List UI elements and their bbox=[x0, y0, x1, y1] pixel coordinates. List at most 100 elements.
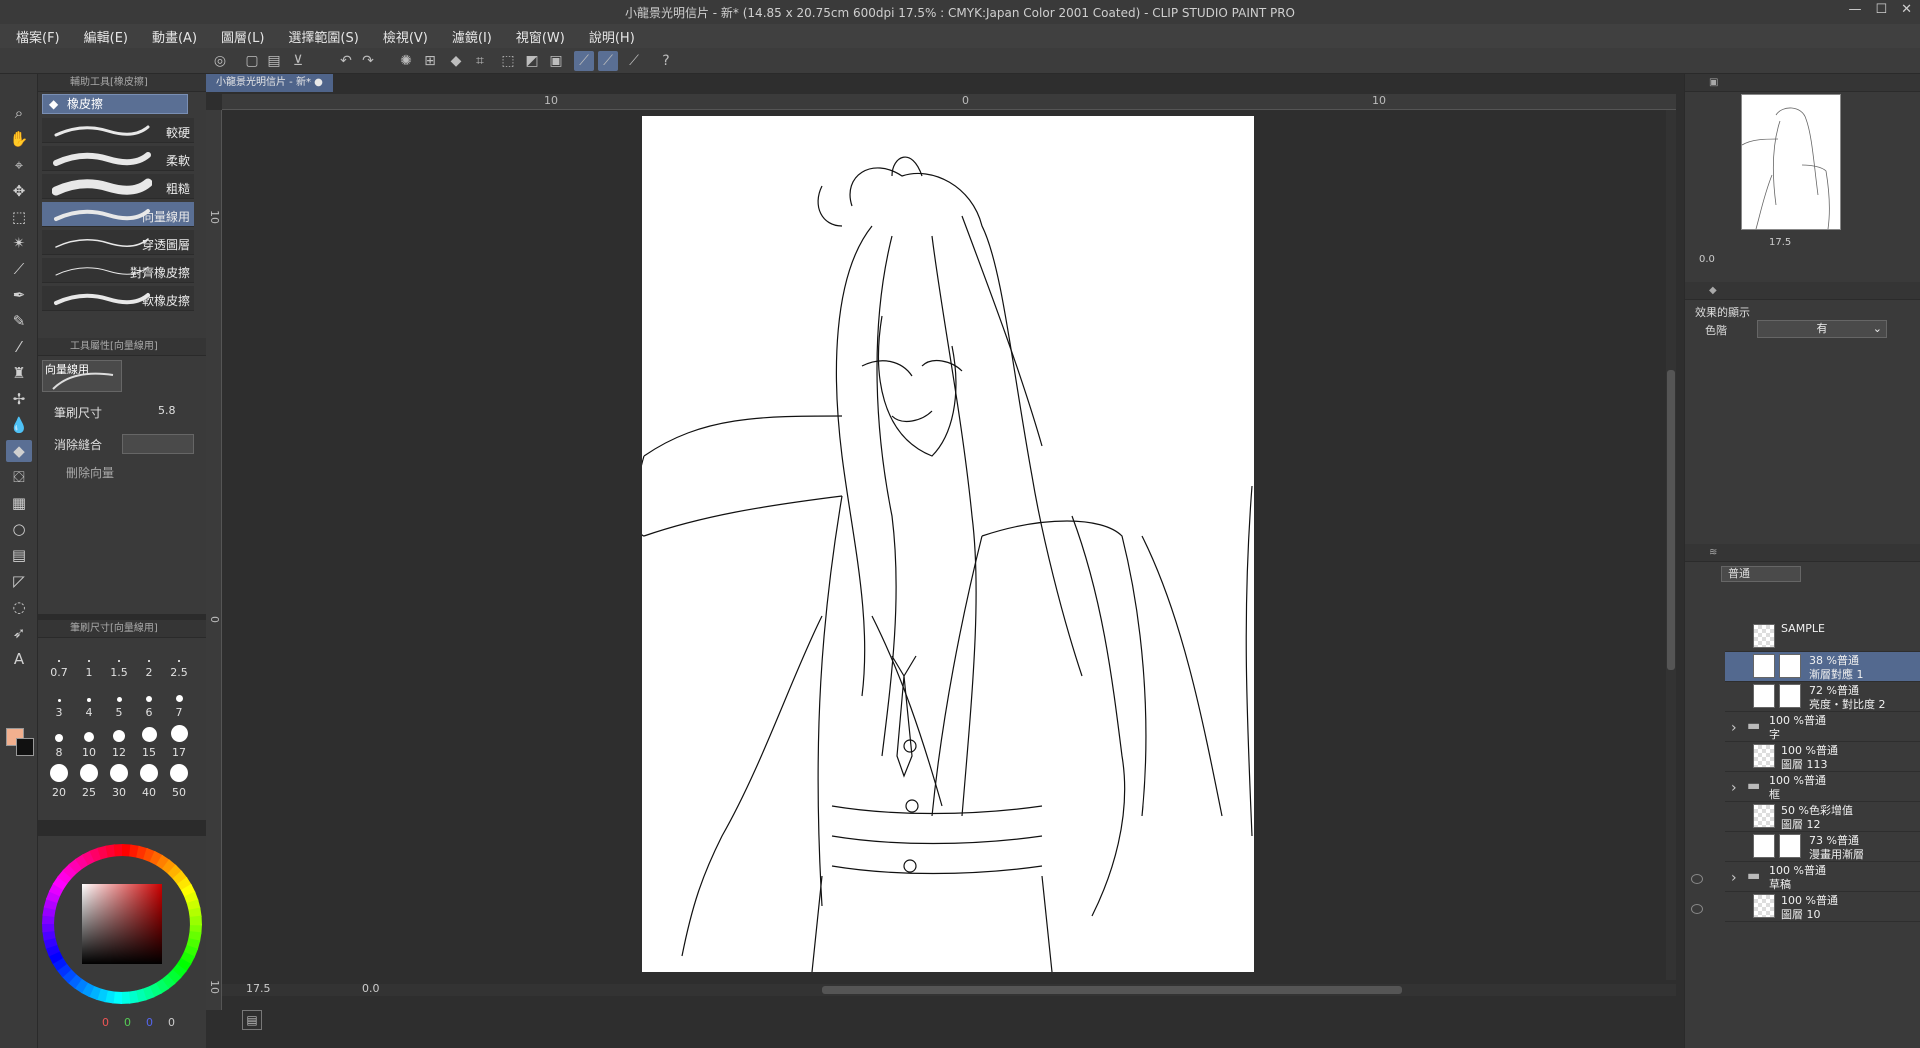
layer-row[interactable]: SAMPLE bbox=[1725, 622, 1920, 652]
subtool-brush-item[interactable]: 穿透圖層 bbox=[42, 230, 194, 255]
subtool-brush-item[interactable]: 向量線用 bbox=[42, 202, 194, 227]
airbrush-icon[interactable]: ♜ bbox=[6, 362, 32, 384]
brush-size-option[interactable]: 12 bbox=[104, 724, 134, 762]
horizontal-scrollbar[interactable] bbox=[222, 984, 1676, 996]
subtool-brush-item[interactable]: 軟橡皮擦 bbox=[42, 286, 194, 311]
brush-icon[interactable]: ⁄ bbox=[6, 336, 32, 358]
help-icon[interactable]: ? bbox=[656, 51, 676, 71]
fill-bucket-icon[interactable]: ⛋ bbox=[6, 466, 32, 488]
layer-row[interactable]: › ▬ 100 %普通字 bbox=[1725, 712, 1920, 742]
brush-size-option[interactable]: 40 bbox=[134, 764, 164, 802]
menu-help[interactable]: 說明(H) bbox=[579, 27, 645, 46]
menu-edit[interactable]: 編輯(E) bbox=[74, 27, 138, 46]
sub-color-swatch[interactable] bbox=[16, 738, 34, 756]
menu-view[interactable]: 檢視(V) bbox=[373, 27, 438, 46]
navigator-zoom-value[interactable]: 17.5 bbox=[1769, 237, 1791, 248]
canvas-zoom-value[interactable]: 17.5 bbox=[246, 982, 271, 995]
canvas-zoom-readout[interactable]: 17.5 bbox=[246, 982, 271, 995]
maximize-icon[interactable]: ☐ bbox=[1875, 2, 1887, 17]
canvas-area[interactable]: 小龍景光明信片 - 新* ● 10 0 10 10 0 10 17.5 0.0 … bbox=[206, 74, 1684, 1048]
subtool-brush-item[interactable]: 柔軟 bbox=[42, 146, 194, 171]
menu-window[interactable]: 視窗(W) bbox=[506, 27, 575, 46]
clear-icon[interactable]: ✺ bbox=[396, 51, 416, 71]
new-file-icon[interactable]: ▢ bbox=[242, 51, 262, 71]
menu-selection[interactable]: 選擇範圍(S) bbox=[278, 27, 368, 46]
erase-gap-row[interactable]: 消除縫合 bbox=[42, 434, 198, 454]
snap-special-ruler-icon[interactable]: ⟋ bbox=[598, 51, 618, 71]
magic-wand-icon[interactable]: ✴ bbox=[6, 232, 32, 254]
brush-size-option[interactable]: 7 bbox=[164, 684, 194, 722]
blend-mode-select[interactable]: 普通 bbox=[1721, 566, 1801, 582]
delete-vector-row[interactable]: 刪除向量 bbox=[42, 464, 198, 482]
correct-line-icon[interactable]: ➶ bbox=[6, 622, 32, 644]
operation-icon[interactable]: ⌖ bbox=[6, 154, 32, 176]
brush-size-option[interactable]: 2.5 bbox=[164, 644, 194, 682]
deselect-icon[interactable]: ⬚ bbox=[498, 51, 518, 71]
brush-size-option[interactable]: 1.5 bbox=[104, 644, 134, 682]
navigator-thumbnail[interactable] bbox=[1741, 94, 1841, 230]
layer-row[interactable]: 100 %普通 圖層 10 bbox=[1725, 892, 1920, 922]
open-file-icon[interactable]: ▤ bbox=[264, 51, 284, 71]
figure-icon[interactable]: ○ bbox=[6, 518, 32, 540]
pencil-icon[interactable]: ✎ bbox=[6, 310, 32, 332]
canvas-paper[interactable] bbox=[636, 116, 1254, 973]
selection-icon[interactable]: ⬚ bbox=[6, 206, 32, 228]
folder-expand-icon[interactable]: › bbox=[1731, 720, 1737, 736]
eraser-icon[interactable]: ◆ bbox=[6, 440, 32, 462]
pen-icon[interactable]: ✒ bbox=[6, 284, 32, 306]
balloon-icon[interactable]: ◌ bbox=[6, 596, 32, 618]
subtool-group-eraser[interactable]: ◆ 橡皮擦 bbox=[42, 94, 188, 114]
layer-tab-icon[interactable]: ≋ bbox=[1709, 544, 1717, 562]
brush-size-option[interactable]: 20 bbox=[44, 764, 74, 802]
show-selection-icon[interactable]: ▣ bbox=[546, 51, 566, 71]
navigator-rotation-value[interactable]: 0.0 bbox=[1699, 254, 1715, 265]
navigator-tab-icon[interactable]: ▣ bbox=[1709, 74, 1718, 92]
brush-size-option[interactable]: 0.7 bbox=[44, 644, 74, 682]
snap-grid-icon[interactable]: ⟋ bbox=[624, 51, 644, 71]
folder-expand-icon[interactable]: › bbox=[1731, 870, 1737, 886]
move-icon[interactable]: ✥ bbox=[6, 180, 32, 202]
blend-icon[interactable]: 💧 bbox=[6, 414, 32, 436]
undo-icon[interactable]: ↶ bbox=[336, 51, 356, 71]
color-wheel[interactable] bbox=[38, 840, 206, 1008]
menu-animation[interactable]: 動畫(A) bbox=[142, 27, 207, 46]
layer-row[interactable]: 100 %普通 圖層 113 bbox=[1725, 742, 1920, 772]
layer-row[interactable]: 50 %色彩增值 圖層 12 bbox=[1725, 802, 1920, 832]
eyedropper-icon[interactable]: ⟋ bbox=[6, 258, 32, 280]
menu-layer[interactable]: 圖層(L) bbox=[211, 27, 274, 46]
brush-size-row[interactable]: 筆刷尺寸 5.8 bbox=[42, 404, 198, 422]
save-icon[interactable]: ⊻ bbox=[288, 51, 308, 71]
brush-size-option[interactable]: 10 bbox=[74, 724, 104, 762]
layer-row[interactable]: › ▬ 100 %普通 草稿 bbox=[1725, 862, 1920, 892]
brush-size-option[interactable]: 50 bbox=[164, 764, 194, 802]
brush-size-option[interactable]: 3 bbox=[44, 684, 74, 722]
subtool-brush-item[interactable]: 對齊橡皮擦 bbox=[42, 258, 194, 283]
erase-gap-options[interactable] bbox=[122, 434, 194, 454]
frame-icon[interactable]: ▤ bbox=[6, 544, 32, 566]
menu-file[interactable]: 檔案(F) bbox=[6, 27, 70, 46]
ruler-icon[interactable]: ◸ bbox=[6, 570, 32, 592]
transform-icon[interactable]: ⌗ bbox=[470, 51, 490, 71]
brush-size-option[interactable]: 2 bbox=[134, 644, 164, 682]
brush-size-option[interactable]: 17 bbox=[164, 724, 194, 762]
menu-filter[interactable]: 濾鏡(I) bbox=[442, 27, 502, 46]
document-tab[interactable]: 小龍景光明信片 - 新* ● bbox=[206, 74, 333, 92]
subtool-brush-item[interactable]: 較硬 bbox=[42, 118, 194, 143]
brush-size-option[interactable]: 30 bbox=[104, 764, 134, 802]
layer-row[interactable]: 73 %普通 漫畫用漸層 bbox=[1725, 832, 1920, 862]
brush-size-option[interactable]: 15 bbox=[134, 724, 164, 762]
brush-size-option[interactable]: 1 bbox=[74, 644, 104, 682]
brush-size-option[interactable]: 25 bbox=[74, 764, 104, 802]
vertical-scrollbar[interactable] bbox=[1666, 110, 1676, 980]
folder-expand-icon[interactable]: › bbox=[1731, 780, 1737, 796]
canvas-rotation-value[interactable]: 0.0 bbox=[362, 982, 380, 995]
brush-size-option[interactable]: 8 bbox=[44, 724, 74, 762]
minimize-icon[interactable]: — bbox=[1848, 2, 1861, 17]
layer-row[interactable]: › ▬ 100 %普通框 bbox=[1725, 772, 1920, 802]
layer-row[interactable]: 38 %普通 漸層對應 1 bbox=[1725, 652, 1920, 682]
canvas-rotation-readout[interactable]: 0.0 bbox=[362, 982, 380, 995]
brush-size-option[interactable]: 6 bbox=[134, 684, 164, 722]
redo-icon[interactable]: ↷ bbox=[358, 51, 378, 71]
page-manager-icon[interactable]: ▤ bbox=[242, 1010, 262, 1030]
zoom-icon[interactable]: ⌕ bbox=[6, 102, 32, 124]
